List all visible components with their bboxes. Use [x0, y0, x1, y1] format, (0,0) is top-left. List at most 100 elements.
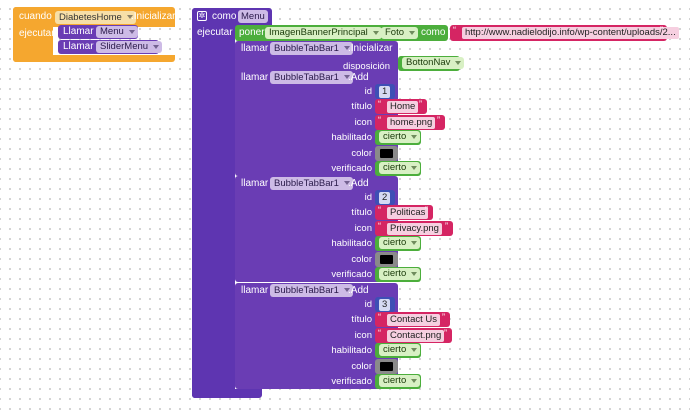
add-id-value[interactable]: 2: [379, 192, 391, 204]
event-footer: [13, 55, 175, 62]
add-color-block[interactable]: [375, 145, 398, 161]
add-checked-block[interactable]: cierto: [375, 161, 421, 176]
color-swatch[interactable]: [380, 148, 393, 158]
add-icon-text-block[interactable]: “ home.png ”: [375, 114, 445, 130]
set-value-text[interactable]: http://www.nadielodijo.info/wp-content/u…: [462, 27, 679, 39]
add-param-label: id: [364, 192, 372, 203]
add-param-label: color: [351, 360, 372, 372]
quote-icon: “: [378, 327, 381, 338]
quote-icon: ”: [442, 312, 445, 323]
add-param-label: icon: [354, 329, 372, 341]
add-param-label: título: [351, 314, 372, 326]
quote-icon: “: [378, 220, 381, 231]
add-icon-text-block[interactable]: “ Privacy.png ”: [375, 220, 453, 236]
add-title-text-block[interactable]: “ Home ”: [375, 99, 427, 115]
quote-icon: “: [378, 114, 381, 125]
quote-icon: “: [378, 312, 381, 323]
add-param-label: verificado: [331, 376, 372, 387]
gear-icon[interactable]: ✲: [197, 11, 207, 21]
quote-icon: ”: [419, 99, 422, 110]
event-do-label: ejecutar: [19, 28, 55, 39]
procedure-keyword: como: [212, 11, 237, 22]
call-keyword: Llamar: [63, 26, 94, 37]
add-keyword: llamar: [241, 285, 269, 296]
init-param-dropdown[interactable]: BottonNav: [402, 57, 465, 69]
add-keyword: llamar: [241, 72, 269, 83]
add-icon-text-block-value[interactable]: Contact.png: [387, 329, 445, 342]
color-swatch[interactable]: [380, 361, 393, 371]
chevron-down-icon: [153, 45, 160, 49]
add-method-label: .Add: [348, 178, 369, 189]
add-component-dropdown[interactable]: BubbleTabBar1: [270, 284, 353, 297]
event-component-dropdown[interactable]: DiabetesHome: [55, 11, 136, 24]
add-component-dropdown[interactable]: BubbleTabBar1: [270, 177, 353, 190]
add-enabled-dropdown[interactable]: cierto: [379, 237, 421, 250]
add-enabled-dropdown[interactable]: cierto: [379, 131, 421, 144]
add-id-number-block[interactable]: 2: [375, 190, 395, 205]
procedure-name-field[interactable]: Menu: [238, 10, 268, 23]
add-icon-text-block-value[interactable]: Privacy.png: [387, 222, 442, 235]
set-component-dropdown[interactable]: ImagenBannerPrincipal: [265, 27, 382, 39]
init-component-dropdown[interactable]: BubbleTabBar1: [270, 42, 353, 55]
call-menu-block[interactable]: Llamar Menu: [58, 25, 138, 39]
add-title-text-block-value[interactable]: Home: [387, 101, 419, 114]
event-block[interactable]: cuando DiabetesHome .Inicializar ejecuta…: [13, 7, 175, 62]
add-checked-dropdown[interactable]: cierto: [379, 268, 421, 280]
chevron-down-icon: [411, 241, 418, 246]
color-swatch[interactable]: [380, 254, 393, 264]
add-enabled-dropdown[interactable]: cierto: [379, 344, 421, 357]
add-title-text-block-value[interactable]: Contact Us: [387, 314, 440, 327]
add-color-block[interactable]: [375, 251, 398, 267]
call-keyword: Llamar: [63, 41, 94, 52]
quote-icon: ”: [445, 220, 448, 231]
set-property-dropdown[interactable]: Foto: [381, 27, 419, 39]
add-component-dropdown[interactable]: BubbleTabBar1: [270, 71, 353, 84]
add-id-value[interactable]: 3: [379, 299, 391, 311]
add-checked-block[interactable]: cierto: [375, 374, 421, 389]
chevron-down-icon: [411, 348, 418, 353]
add-color-block[interactable]: [375, 358, 398, 374]
chevron-down-icon: [455, 61, 462, 65]
add-param-label: icon: [354, 116, 372, 128]
init-param-value-block[interactable]: BottonNav: [398, 56, 465, 71]
add-title-text-block-value[interactable]: Politicas: [387, 207, 429, 220]
add-checked-block[interactable]: cierto: [375, 267, 421, 282]
procedure-block[interactable]: ✲ como Menu ejecutar poner ImagenBannerP…: [192, 8, 679, 400]
add-checked-dropdown[interactable]: cierto: [379, 375, 421, 387]
add-param-label: color: [351, 253, 372, 265]
add-keyword: llamar: [241, 178, 269, 189]
add-id-number-block[interactable]: 3: [375, 297, 395, 312]
chevron-down-icon: [411, 166, 418, 170]
init-keyword: llamar: [241, 43, 269, 54]
add-title-text-block[interactable]: “ Contact Us ”: [375, 312, 450, 328]
set-keyword: poner: [239, 27, 265, 38]
add-param-label: id: [364, 299, 372, 310]
add-id-value[interactable]: 1: [379, 86, 391, 98]
chevron-down-icon: [372, 31, 379, 35]
add-param-label: habilitado: [331, 132, 372, 144]
call-slidermenu-block[interactable]: Llamar SliderMenu: [58, 40, 163, 54]
call-proc-dropdown[interactable]: Menu: [96, 26, 138, 38]
add-icon-text-block[interactable]: “ Contact.png ”: [375, 327, 452, 343]
event-when-label: cuando: [19, 11, 52, 22]
add-title-text-block[interactable]: “ Politicas ”: [375, 205, 433, 221]
chevron-down-icon: [411, 135, 418, 140]
chevron-down-icon: [411, 272, 418, 276]
add-icon-text-block-value[interactable]: home.png: [387, 116, 436, 129]
quote-icon: ”: [437, 114, 440, 125]
chevron-down-icon: [411, 379, 418, 383]
quote-icon: ”: [425, 205, 428, 216]
set-property-block[interactable]: poner ImagenBannerPrincipal Foto como: [235, 25, 448, 41]
add-enabled-block[interactable]: cierto: [375, 130, 421, 146]
call-proc-dropdown[interactable]: SliderMenu: [96, 41, 163, 53]
add-checked-dropdown[interactable]: cierto: [379, 162, 421, 174]
add-param-label: icon: [354, 222, 372, 234]
add-enabled-block[interactable]: cierto: [375, 343, 421, 359]
add-method-label: .Add: [348, 285, 369, 296]
quote-icon: “: [378, 99, 381, 110]
quote-icon: ”: [660, 25, 663, 35]
set-value-text-block[interactable]: “ http://www.nadielodijo.info/wp-content…: [450, 25, 679, 41]
add-param-label: habilitado: [331, 345, 372, 357]
add-id-number-block[interactable]: 1: [375, 84, 395, 99]
add-enabled-block[interactable]: cierto: [375, 236, 421, 252]
